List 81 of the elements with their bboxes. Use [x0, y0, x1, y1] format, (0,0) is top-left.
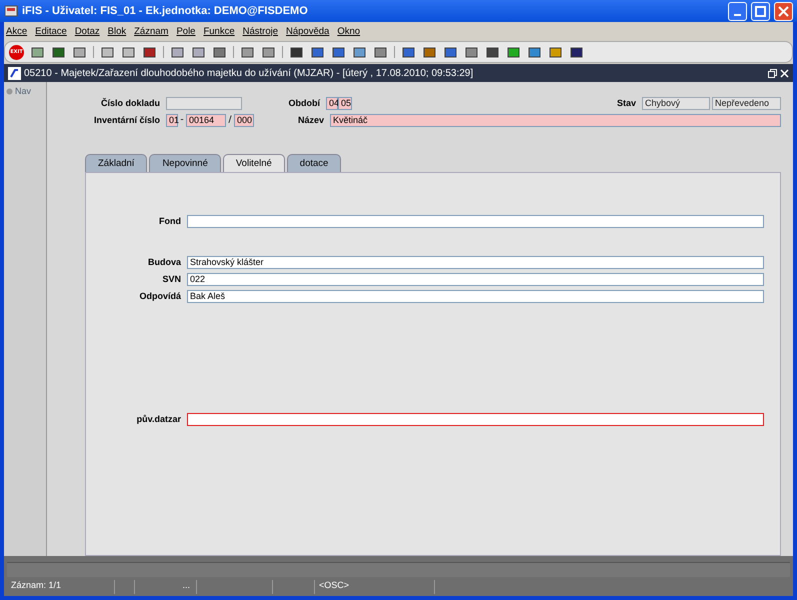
toolbar-icon[interactable]	[212, 44, 227, 60]
maximize-button[interactable]	[751, 2, 770, 20]
field-label: Číslo dokladu	[100, 98, 161, 108]
close-button[interactable]	[774, 2, 793, 20]
tab[interactable]: dotace	[286, 154, 342, 172]
toolbar-icon[interactable]	[422, 44, 437, 60]
menu-item[interactable]: Akce	[6, 26, 28, 36]
separator-text: /	[227, 115, 233, 125]
menu-item[interactable]: Nápověda	[286, 26, 330, 36]
toolbar-icon[interactable]	[331, 44, 346, 60]
input-field[interactable]: 04	[326, 96, 338, 110]
input-field[interactable]: 000	[234, 114, 254, 126]
toolbar-icon[interactable]	[30, 44, 45, 60]
toolbar-icon[interactable]	[569, 44, 584, 60]
restore-icon[interactable]	[768, 68, 777, 78]
mode-indicator: <OSC>	[315, 580, 435, 594]
input-field[interactable]: Bak Aleš	[187, 290, 764, 302]
tab[interactable]: Základní	[85, 154, 148, 172]
toolbar-icon[interactable]	[527, 44, 542, 60]
toolbar-icon[interactable]	[548, 44, 563, 60]
toolbar-icon[interactable]	[401, 44, 416, 60]
toolbar-icon[interactable]	[170, 44, 185, 60]
app-icon	[4, 4, 18, 18]
field-label: Období	[288, 98, 322, 108]
field-label: Stav	[616, 98, 637, 108]
tab[interactable]: Nepovinné	[149, 154, 221, 172]
input-field[interactable]: 01	[166, 114, 178, 126]
separator-text: -	[179, 115, 185, 125]
input-field[interactable]	[187, 412, 764, 426]
window-title: iFIS - Uživatel: FIS_01 - Ek.jednotka: DEMO@FISDEMO	[22, 5, 309, 17]
status-text: ...	[135, 580, 197, 594]
menu-item[interactable]: Okno	[337, 26, 360, 36]
minimize-button[interactable]	[728, 2, 747, 20]
menu-item[interactable]: Funkce	[203, 26, 235, 36]
minimize-icon	[734, 14, 741, 16]
toolbar-icon[interactable]	[464, 44, 479, 60]
toolbar-icon[interactable]	[310, 44, 325, 60]
field-label: SVN	[161, 274, 182, 284]
input-field[interactable]: 05	[338, 96, 352, 110]
toolbar-icon[interactable]	[72, 44, 87, 60]
toolbar-icon[interactable]	[261, 44, 276, 60]
toolbar-icon[interactable]	[485, 44, 500, 60]
form-icon	[8, 66, 21, 80]
tab[interactable]: Volitelné	[222, 154, 285, 172]
toolbar-icon[interactable]	[191, 44, 206, 60]
toolbar-icon[interactable]	[373, 44, 388, 60]
toolbar-icon[interactable]	[240, 44, 255, 60]
close-icon	[778, 6, 789, 16]
maximize-icon	[755, 6, 766, 16]
menu-item[interactable]: Nástroje	[242, 26, 278, 36]
form-title: 05210 - Majetek/Zařazení dlouhodobého majetku do užívání (MJZAR) - [úterý , 17.08.2010; 09:53:29]	[24, 68, 474, 78]
input-field[interactable]: Nepřevedeno	[712, 96, 781, 110]
field-label: Fond	[158, 216, 182, 226]
toolbar-icon[interactable]	[352, 44, 367, 60]
toolbar-icon[interactable]	[289, 44, 304, 60]
field-label: Budova	[146, 257, 182, 267]
input-field[interactable]: Květináč	[330, 114, 781, 126]
input-field[interactable]: Chybový	[642, 96, 710, 110]
field-label: Odpovídá	[138, 291, 182, 301]
toolbar-icon[interactable]	[51, 44, 66, 60]
input-field[interactable]: Strahovský klášter	[187, 256, 764, 268]
toolbar-icon[interactable]	[100, 44, 115, 60]
close-icon[interactable]	[780, 68, 789, 78]
input-field[interactable]	[166, 96, 242, 110]
nav-button[interactable]: Nav	[6, 86, 44, 96]
menu-item[interactable]: Blok	[108, 26, 126, 36]
menu-item[interactable]: Editace	[35, 26, 67, 36]
toolbar-icon[interactable]	[121, 44, 136, 60]
record-counter: Záznam: 1/1	[7, 580, 115, 594]
field-label: Název	[296, 115, 325, 125]
toolbar-icon[interactable]	[506, 44, 521, 60]
menu-item[interactable]: Pole	[176, 26, 196, 36]
input-field[interactable]: 022	[187, 272, 764, 286]
input-field[interactable]: 00164	[186, 114, 226, 126]
toolbar-icon[interactable]	[443, 44, 458, 60]
menu-item[interactable]: Záznam	[134, 26, 168, 36]
toolbar-icon[interactable]	[142, 44, 157, 60]
field-label: Inventární číslo	[92, 115, 161, 125]
field-label: pův.datzar	[136, 414, 182, 424]
input-field[interactable]	[187, 214, 764, 228]
menu-item[interactable]: Dotaz	[74, 26, 100, 36]
